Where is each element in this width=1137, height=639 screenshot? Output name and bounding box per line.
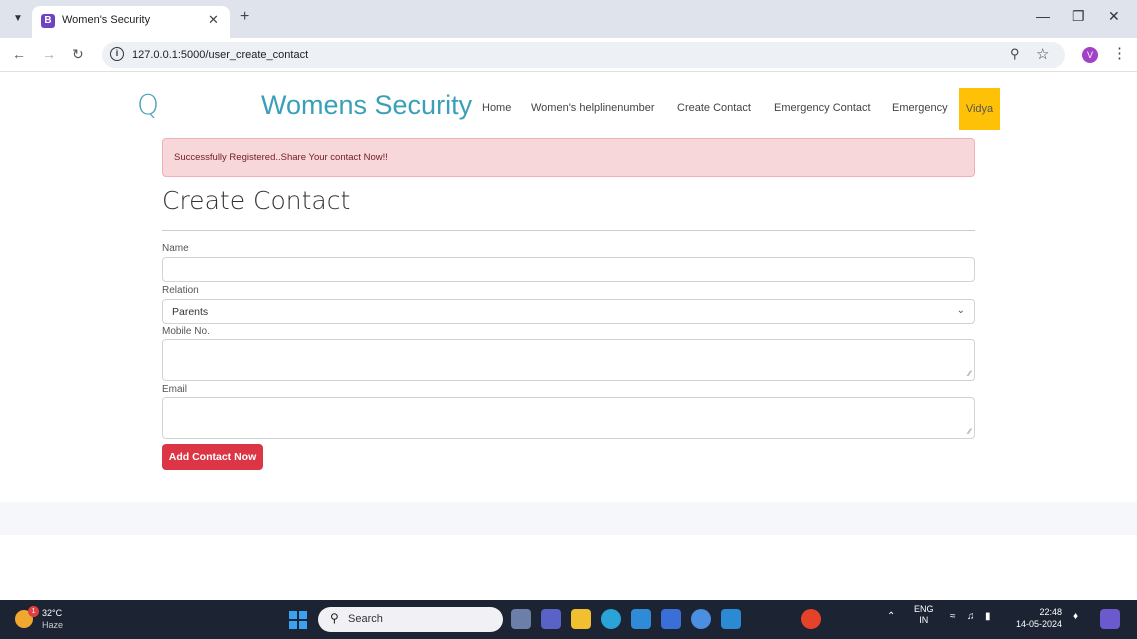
footer-band [0,502,1137,535]
url-text: 127.0.0.1:5000/user_create_contact [132,49,309,61]
volume-icon[interactable]: ♫ [967,611,975,622]
add-contact-button[interactable]: Add Contact Now [162,444,263,470]
relation-select[interactable]: Parents ⌄ [162,299,975,324]
language-indicator[interactable]: ENG IN [914,604,934,626]
title-divider [162,230,975,231]
browser-tabstrip: ▼ B Women's Security ✕ + — ❐ ✕ [0,0,1137,38]
site-info-icon[interactable]: i [110,47,124,61]
teams-icon[interactable] [541,609,561,629]
browser-menu-icon[interactable]: ⋮ [1112,44,1127,62]
nav-link-helpline[interactable]: Women's helplinenumber [531,102,655,114]
browser-toolbar: ← → ↻ i 127.0.0.1:5000/user_create_conta… [0,38,1137,72]
weather-badge: 1 [28,606,39,617]
chrome-icon[interactable] [801,609,821,629]
taskbar-search[interactable]: ⚲ Search [318,607,503,632]
forward-icon[interactable]: → [42,46,56,62]
tab-close-icon[interactable]: ✕ [208,12,219,28]
wifi-icon[interactable]: ≈ [950,611,956,622]
mcafee-icon[interactable] [631,609,651,629]
bookmark-star-icon[interactable]: ☆ [1036,45,1049,63]
search-icon: ⚲ [330,611,339,625]
brand-title[interactable]: Womens Security [261,90,472,121]
restore-icon[interactable]: ❐ [1072,8,1085,25]
new-tab-icon[interactable]: + [240,8,249,26]
relation-selected-value: Parents [172,306,209,318]
notification-bell-icon[interactable]: ♦ [1073,611,1078,622]
nav-link-create-contact[interactable]: Create Contact [677,102,751,114]
reload-icon[interactable]: ↻ [72,46,84,63]
nav-link-emergency[interactable]: Emergency [892,102,948,114]
page-content: Q Womens Security Home Women's helplinen… [0,72,1137,600]
relation-label: Relation [162,285,199,296]
name-input[interactable] [162,257,975,282]
email-label: Email [162,384,188,395]
windows-taskbar: 1 32°C Haze ⚲ Search ⌃ ENG IN ≈ ♫ ▮ 22:4… [0,600,1137,639]
success-alert: Successfully Registered..Share Your cont… [162,138,975,177]
language-bottom: IN [919,615,929,625]
nav-user-badge[interactable]: Vidya [959,88,1000,130]
back-icon[interactable]: ← [12,46,26,62]
battery-icon[interactable]: ▮ [985,611,991,622]
chevron-down-icon: ⌄ [956,305,965,316]
weather-desc[interactable]: Haze [42,620,63,630]
tab-favicon: B [41,14,55,28]
address-bar[interactable]: i 127.0.0.1:5000/user_create_contact ⚲ ☆ [102,42,1065,68]
email-textarea[interactable]: ∕∕ [162,397,975,439]
q-logo-icon[interactable]: Q [137,88,159,121]
mobile-textarea[interactable]: ∕∕ [162,339,975,381]
chat-icon[interactable] [691,609,711,629]
clock-time: 22:48 [1039,607,1063,617]
file-explorer-icon[interactable] [571,609,591,629]
zoom-icon[interactable]: ⚲ [1010,46,1020,62]
windows-start-icon[interactable] [289,611,307,629]
tab-list-chevron-icon[interactable]: ▼ [10,11,26,27]
vscode-icon[interactable] [721,609,741,629]
profile-avatar[interactable]: V [1082,47,1098,63]
name-label: Name [162,243,189,254]
language-top: ENG [914,604,934,614]
page-title: Create Contact [162,186,351,215]
edge-icon[interactable] [601,609,621,629]
task-view-icon[interactable] [511,609,531,629]
store-icon[interactable] [661,609,681,629]
nav-link-emergency-contact[interactable]: Emergency Contact [774,102,871,114]
window-close-icon[interactable]: ✕ [1108,8,1120,25]
mobile-label: Mobile No. [162,326,210,337]
browser-tab[interactable]: B Women's Security ✕ [32,6,230,38]
resize-handle-icon[interactable]: ∕∕ [968,369,971,378]
nav-link-home[interactable]: Home [482,102,511,114]
search-placeholder: Search [348,613,383,625]
tray-chevron-up-icon[interactable]: ⌃ [887,611,895,622]
clock[interactable]: 22:48 14-05-2024 [1016,606,1062,630]
alert-message: Successfully Registered..Share Your cont… [174,152,388,163]
weather-temp[interactable]: 32°C [42,608,62,618]
minimize-icon[interactable]: — [1036,8,1050,24]
copilot-icon[interactable] [1100,609,1120,629]
clock-date: 14-05-2024 [1016,619,1063,629]
resize-handle-icon[interactable]: ∕∕ [968,427,971,436]
tab-title: Women's Security [62,14,151,26]
